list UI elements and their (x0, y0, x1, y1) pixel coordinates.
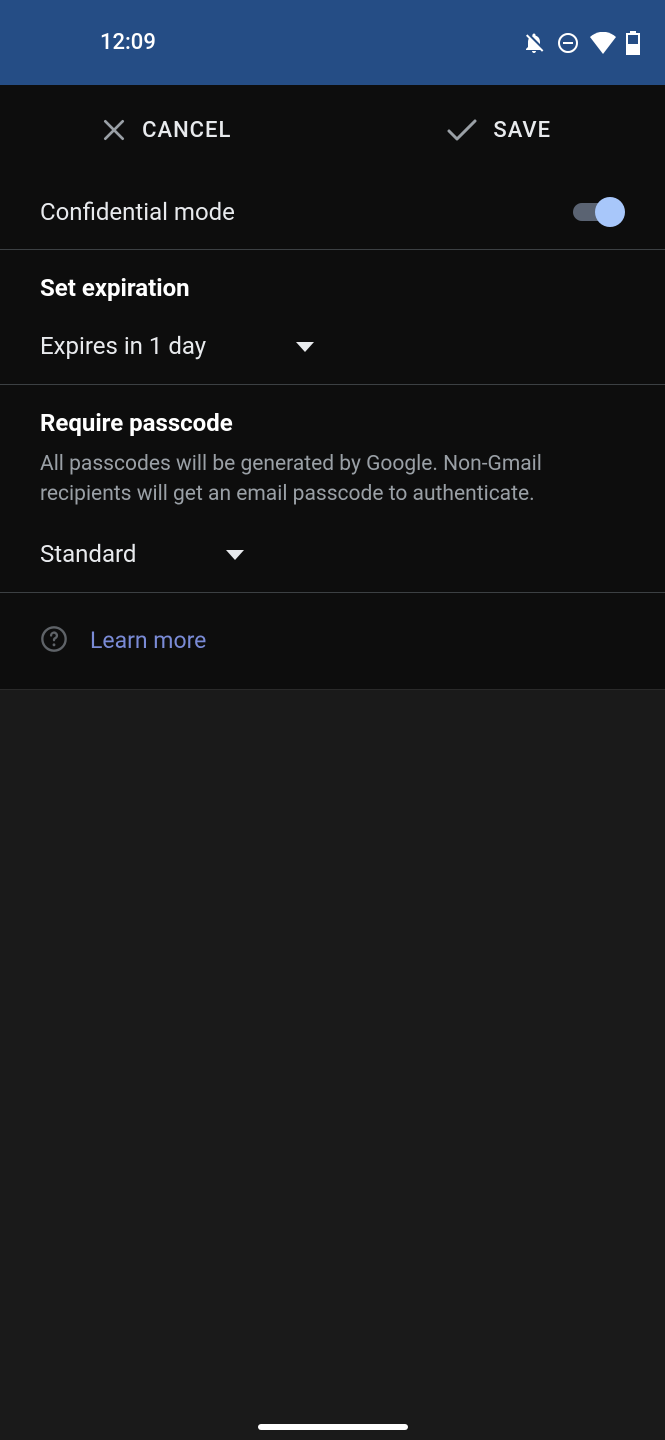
status-time: 12:09 (0, 30, 156, 55)
wifi-icon (590, 32, 616, 54)
notifications-off-icon (522, 31, 546, 55)
expiration-section: Set expiration Expires in 1 day (0, 250, 665, 385)
learn-more-row: Learn more (0, 593, 665, 690)
confidential-mode-label: Confidential mode (40, 198, 235, 226)
chevron-down-icon (296, 332, 314, 360)
passcode-description: All passcodes will be generated by Googl… (40, 449, 625, 510)
passcode-dropdown-value: Standard (40, 540, 136, 568)
battery-icon (626, 31, 640, 55)
expiration-dropdown-value: Expires in 1 day (40, 332, 206, 360)
status-bar: 12:09 (0, 0, 665, 85)
status-icons (522, 31, 640, 55)
help-icon (40, 625, 68, 657)
expiration-dropdown[interactable]: Expires in 1 day (40, 302, 625, 360)
passcode-title: Require passcode (40, 409, 625, 437)
cancel-button-label: CANCEL (142, 118, 231, 143)
cancel-button[interactable]: CANCEL (0, 85, 333, 175)
passcode-section: Require passcode All passcodes will be g… (0, 385, 665, 593)
passcode-dropdown[interactable]: Standard (40, 510, 625, 568)
check-icon (446, 117, 478, 143)
dnd-icon (556, 31, 580, 55)
nav-handle[interactable] (258, 1424, 408, 1430)
chevron-down-icon (226, 540, 244, 568)
action-bar: CANCEL SAVE (0, 85, 665, 175)
save-button[interactable]: SAVE (333, 85, 665, 175)
confidential-mode-row: Confidential mode (0, 175, 665, 250)
save-button-label: SAVE (493, 118, 551, 143)
learn-more-link[interactable]: Learn more (90, 627, 206, 654)
confidential-mode-toggle[interactable] (573, 197, 625, 227)
close-icon (101, 117, 127, 143)
expiration-title: Set expiration (40, 274, 625, 302)
